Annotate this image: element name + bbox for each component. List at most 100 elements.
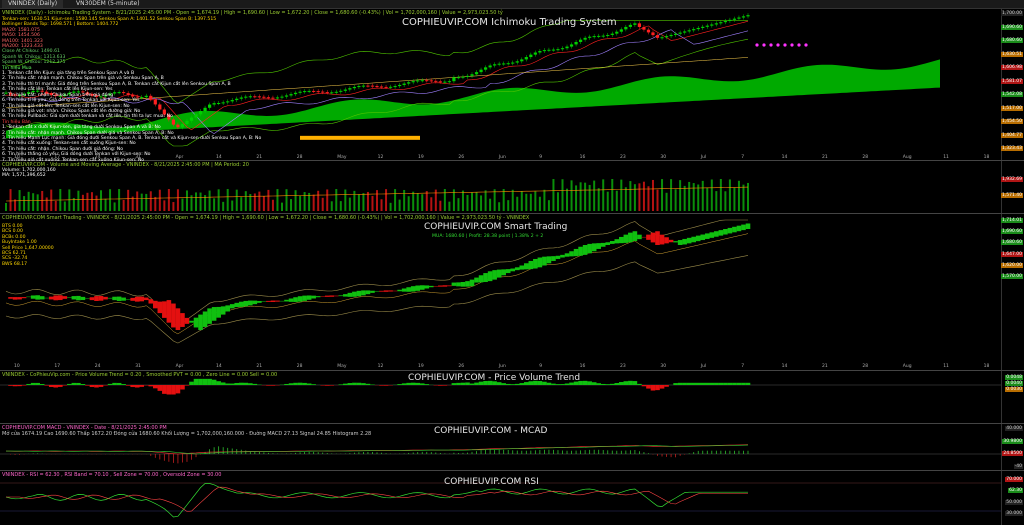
volume-bar — [656, 189, 659, 211]
pvt-bar — [311, 384, 316, 385]
smart-trend-segment — [732, 226, 737, 233]
volume-bar — [692, 183, 695, 211]
candle-body — [411, 81, 415, 83]
smart-trend-segment — [143, 297, 149, 301]
axis-tick-label: 50.000 — [1005, 499, 1023, 505]
smart-trend-segment — [338, 295, 344, 297]
macd-axis[interactable]: 40.000 30.9800 24.8500 -40 — [1001, 424, 1024, 470]
axis-tick-label: 1,570.00 — [1000, 274, 1023, 279]
tab-vnindex-daily[interactable]: VNINDEX (Daily) — [2, 0, 64, 8]
smart-trend-segment — [333, 295, 339, 297]
volume-bar — [556, 192, 559, 211]
candle-body — [588, 36, 592, 38]
volume-bar — [9, 189, 12, 211]
pvt-bar — [324, 385, 330, 386]
volume-bar — [41, 190, 44, 211]
pvt-bar — [397, 384, 402, 385]
pvt-bar — [600, 383, 606, 385]
volume-bar — [516, 196, 519, 211]
axis-tick-label: 30.9800 — [1002, 438, 1023, 444]
smart-trend-segment — [659, 234, 665, 245]
candle-body — [628, 24, 632, 27]
smart-trend-segment — [668, 239, 674, 243]
smart-trend-segment — [329, 295, 335, 297]
date-tick-label: Apr — [175, 155, 184, 160]
volume-bar — [185, 190, 188, 211]
pvt-bar — [714, 382, 719, 385]
date-tick-label: 14 — [216, 364, 222, 369]
date-tick-label: 18 — [983, 364, 990, 369]
candle-body — [275, 97, 280, 99]
smart-trend-segment — [397, 289, 402, 292]
pvt-bar — [723, 382, 728, 385]
smart-trend-segment — [605, 242, 611, 246]
candle-body — [710, 24, 714, 26]
volume-bar — [416, 193, 419, 211]
tab-vn30dem-5min[interactable]: VN30DEM (5-minute) — [70, 0, 146, 8]
candle-body — [746, 15, 750, 17]
smart-trend-segment — [162, 301, 167, 318]
macd-subheader: Mở cửa 1674.19 Cao 1690.60 Thấp 1672.20 … — [2, 431, 372, 437]
pvt-bar — [564, 383, 570, 385]
smart-trading-pane[interactable]: COPHIEUVIP.COM Smart Trading - VNINDEX -… — [0, 214, 1024, 371]
pvt-bar — [356, 382, 362, 385]
pvt-bar — [682, 382, 687, 385]
pvt-bar — [628, 380, 633, 385]
pvt-bar — [460, 382, 466, 385]
pvt-bar — [519, 383, 525, 385]
candle-body — [533, 52, 537, 55]
volume-axis[interactable]: 1,932.69 1,571.40 — [1000, 161, 1024, 213]
date-tick-label: 17 — [54, 364, 61, 369]
smart-trend-segment — [121, 297, 126, 301]
pvt-axis[interactable]: 0.0048 0.0040 0.0030 — [1001, 371, 1024, 423]
volume-bar — [737, 180, 740, 211]
rsi-pane[interactable]: VNINDEX - RSI = 62.30 , RSI Band = 70.10… — [0, 471, 1024, 525]
volume-bar — [498, 202, 501, 211]
axis-tick-label: 1,517.00 — [1000, 105, 1023, 111]
pvt-bar — [591, 382, 597, 385]
volume-bar — [312, 194, 315, 211]
rsi-axis[interactable]: 70.000 62.30 50.000 30.000 — [1001, 471, 1024, 525]
smart-trend-segment — [582, 245, 588, 255]
pvt-bar — [619, 382, 624, 385]
smart-axis[interactable]: 1,714.01 1,690.60 1,680.60 1,647.00 1,620.00… — [1000, 214, 1024, 370]
smart-trend-segment — [587, 243, 592, 254]
pvt-bar — [646, 385, 651, 389]
pvt-bar — [379, 385, 384, 386]
pvt-bar — [98, 385, 104, 387]
candle-body — [511, 62, 515, 64]
volume-pane[interactable]: COPHIEUVIP.COM - Volume and Moving Avera… — [0, 161, 1024, 214]
smart-trend-segment — [424, 285, 430, 289]
smart-trend-segment — [388, 290, 393, 292]
date-tick-label: 24 — [94, 155, 101, 160]
date-tick-label: 18 — [983, 155, 990, 160]
date-tick-label: 21 — [822, 155, 828, 160]
pvt-bar — [153, 385, 158, 389]
candle-body — [434, 80, 438, 82]
date-tick-label: 28 — [296, 155, 303, 160]
smart-trend-segment — [514, 267, 520, 271]
volume-bar — [118, 189, 121, 211]
smart-trend-segment — [30, 295, 36, 299]
candle-body — [728, 19, 732, 21]
rsi-line — [5, 483, 748, 518]
smart-trend-segment — [745, 223, 751, 229]
pvt-bar — [551, 383, 556, 385]
ichimoku-pane[interactable]: VNINDEX (Daily) - Ichimoku Trading Syste… — [0, 9, 1024, 173]
pvt-bar — [505, 383, 511, 385]
smart-trend-segment — [379, 290, 384, 292]
pvt-bar — [361, 383, 366, 385]
pvt-bar — [238, 382, 244, 385]
candle-body — [678, 32, 682, 34]
candle-body — [646, 29, 651, 33]
rsi-brand: COPHIEUVIP.COM RSI — [444, 477, 539, 487]
pvt-bar — [438, 385, 443, 386]
macd-pane[interactable]: COPHIEUVIP.COM MACD - VNINDEX - Date - 8… — [0, 424, 1024, 471]
smart-trend-segment — [320, 296, 326, 297]
volume-chart-svg[interactable] — [0, 161, 1002, 213]
ichimoku-price-axis[interactable]: 1,700.00 1,690.60 1,680.60 1,630.51 1,606.98… — [1000, 9, 1024, 160]
pvt-bar — [157, 385, 163, 391]
pvt-pane[interactable]: VNINDEX - CoPhieuVip.com - Price Volume … — [0, 371, 1024, 424]
pvt-bar — [243, 382, 249, 385]
smart-trend-segment — [125, 299, 131, 300]
